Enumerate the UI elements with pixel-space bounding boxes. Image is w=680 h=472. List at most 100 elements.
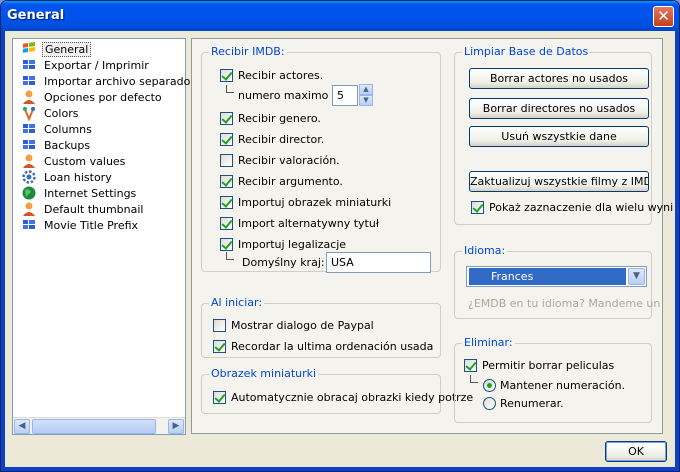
numero-maximo-spinner[interactable]: ▲▼ [359,84,373,106]
tree-item-internet-settings[interactable]: Internet Settings [21,185,138,201]
radio-label: Renumerar. [500,397,564,410]
numero-maximo-input[interactable]: 5 [332,85,358,106]
windows-flag-icon [21,73,37,89]
recibir-director-checkbox[interactable]: Recibir director. [220,133,324,146]
tree-item-columns[interactable]: Columns [21,121,94,137]
domyslny-kraj-input[interactable]: USA [326,252,431,273]
scroll-right-button[interactable]: ▶ [168,419,184,434]
palette-icon [21,105,37,121]
preferences-window: General ✕ General Exportar / Imprimir Im… [0,0,680,472]
tree-item-label: Custom values [42,155,127,168]
tree-item-backups[interactable]: Backups [21,137,92,153]
tree-item-label: Backups [42,139,92,152]
eliminar-group: Eliminar: Permitir borrar peliculas Mant… [454,343,652,423]
checkbox-box[interactable] [220,69,233,82]
gear-icon [21,169,37,185]
domyslny-kraj-label: Domyślny kraj: [242,256,325,269]
al-iniciar-group: Al iniciar: Mostrar dialogo de Paypal Re… [201,303,441,358]
tree-item-label: Columns [42,123,94,136]
recibir-genero-checkbox[interactable]: Recibir genero. [220,112,321,125]
idioma-select[interactable]: Frances ▼ [466,266,647,287]
checkbox-box[interactable] [464,359,477,372]
tree-item-loan-history[interactable]: Loan history [21,169,114,185]
radio-circle[interactable] [483,379,496,392]
checkbox-label: Recibir argumento. [238,175,343,188]
renumerar-radio[interactable]: Renumerar. [483,397,564,410]
close-button[interactable]: ✕ [653,6,674,27]
checkbox-box[interactable] [471,201,484,214]
tree-item-exportar[interactable]: Exportar / Imprimir [21,57,151,73]
pokaz-zaznaczenie-checkbox[interactable]: Pokaż zaznaczenie dla wielu wyni [471,201,673,214]
checkbox-box[interactable] [213,340,226,353]
checkbox-label: Mostrar dialogo de Paypal [231,319,374,332]
checkbox-box[interactable] [220,217,233,230]
checkbox-box[interactable] [220,112,233,125]
recibir-imdb-group: Recibir IMDB: Recibir actores. numero ma… [201,52,441,272]
recibir-valoracion-checkbox[interactable]: Recibir valoración. [220,154,340,167]
checkbox-box[interactable] [220,154,233,167]
windows-flag-icon [21,57,37,73]
title-bar[interactable]: General ✕ [1,1,679,31]
checkbox-label: Recibir director. [238,133,324,146]
tree-item-label: Movie Title Prefix [42,219,140,232]
checkbox-label: Recibir genero. [238,112,321,125]
zaktualizuj-button[interactable]: Zaktualizuj wszystkie filmy z IMDB [469,171,649,192]
radio-circle[interactable] [483,397,496,410]
limpiar-legend: Limpiar Base de Datos [462,45,590,58]
tree-item-importar[interactable]: Importar archivo separado [21,73,192,89]
spin-up-button[interactable]: ▲ [359,84,373,95]
tree-item-custom-values[interactable]: Custom values [21,153,127,169]
window-frame-left [1,31,5,471]
permitir-borrar-checkbox[interactable]: Permitir borrar peliculas [464,359,614,372]
importuj-obrazek-checkbox[interactable]: Importuj obrazek miniaturki [220,196,391,209]
importuj-legalizacje-checkbox[interactable]: Importuj legalizacje [220,238,346,251]
borrar-directores-button[interactable]: Borrar directores no usados [469,98,649,119]
spin-down-button[interactable]: ▼ [359,95,373,106]
tree-connector [226,252,234,260]
windows-flag-icon [21,137,37,153]
horizontal-scrollbar[interactable]: ◀ ▶ [13,417,185,434]
settings-tree[interactable]: General Exportar / Imprimir Importar arc… [12,38,186,435]
checkbox-label: Importuj legalizacje [238,238,346,251]
tree-item-label: Colors [42,107,80,120]
user-icon [21,153,37,169]
chevron-down-icon[interactable]: ▼ [628,268,645,285]
checkbox-box[interactable] [213,391,226,404]
checkbox-label: Automatycznie obracaj obrazki kiedy potr… [231,391,473,404]
tree-connector [470,375,478,383]
auto-rotate-checkbox[interactable]: Automatycznie obracaj obrazki kiedy potr… [213,391,473,404]
checkbox-box[interactable] [213,319,226,332]
window-title: General [7,8,64,23]
checkbox-box[interactable] [220,196,233,209]
tree-item-default-thumbnail[interactable]: Default thumbnail [21,201,145,217]
recibir-actores-checkbox[interactable]: Recibir actores. [220,69,323,82]
recordar-ordenacion-checkbox[interactable]: Recordar la ultima ordenación usada [213,340,433,353]
checkbox-label: Permitir borrar peliculas [482,359,614,372]
tree-item-label: Importar archivo separado [42,75,192,88]
import-alternatywny-checkbox[interactable]: Import alternatywny tytuł [220,217,379,230]
checkbox-label: Recordar la ultima ordenación usada [231,340,433,353]
tree-item-label: Opciones por defecto [42,91,164,104]
windows-flag-icon [21,41,37,57]
tree-item-general[interactable]: General [21,41,91,57]
checkbox-box[interactable] [220,175,233,188]
usun-dane-button[interactable]: Usuń wszystkie dane [469,126,649,147]
tree-item-movie-title-prefix[interactable]: Movie Title Prefix [21,217,140,233]
tree-item-label: Internet Settings [42,187,138,200]
mostrar-paypal-checkbox[interactable]: Mostrar dialogo de Paypal [213,319,374,332]
checkbox-label: Pokaż zaznaczenie dla wielu wyni [489,201,673,214]
scroll-left-button[interactable]: ◀ [14,419,30,434]
tree-item-colors[interactable]: Colors [21,105,80,121]
scroll-thumb[interactable] [32,419,156,434]
mantener-radio[interactable]: Mantener numeración. [483,379,625,392]
numero-maximo-label: numero maximo [238,89,328,102]
window-frame-bottom [1,467,679,471]
recibir-argumento-checkbox[interactable]: Recibir argumento. [220,175,343,188]
checkbox-box[interactable] [220,238,233,251]
al-iniciar-legend: Al iniciar: [209,296,264,309]
user-icon [21,89,37,105]
checkbox-box[interactable] [220,133,233,146]
borrar-actores-button[interactable]: Borrar actores no usados [469,68,649,89]
ok-button[interactable]: OK [605,441,667,462]
tree-item-opciones[interactable]: Opciones por defecto [21,89,164,105]
